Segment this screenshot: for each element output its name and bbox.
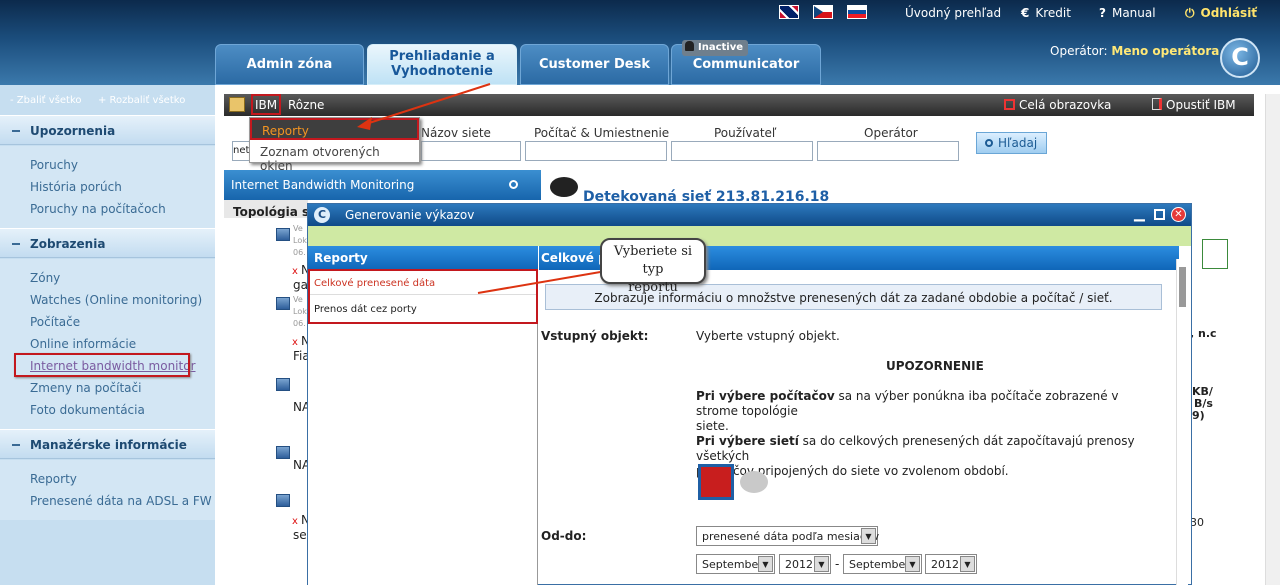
callout-line-1: Vyberiete si typ bbox=[613, 244, 693, 277]
arrowhead bbox=[357, 117, 372, 130]
callout-bubble: Vyberiete si typ reportu bbox=[600, 238, 706, 295]
callout-arrow-dropdown bbox=[365, 83, 491, 125]
callout-line-2: reportu bbox=[628, 280, 678, 295]
callout-arrow-report bbox=[477, 269, 613, 294]
